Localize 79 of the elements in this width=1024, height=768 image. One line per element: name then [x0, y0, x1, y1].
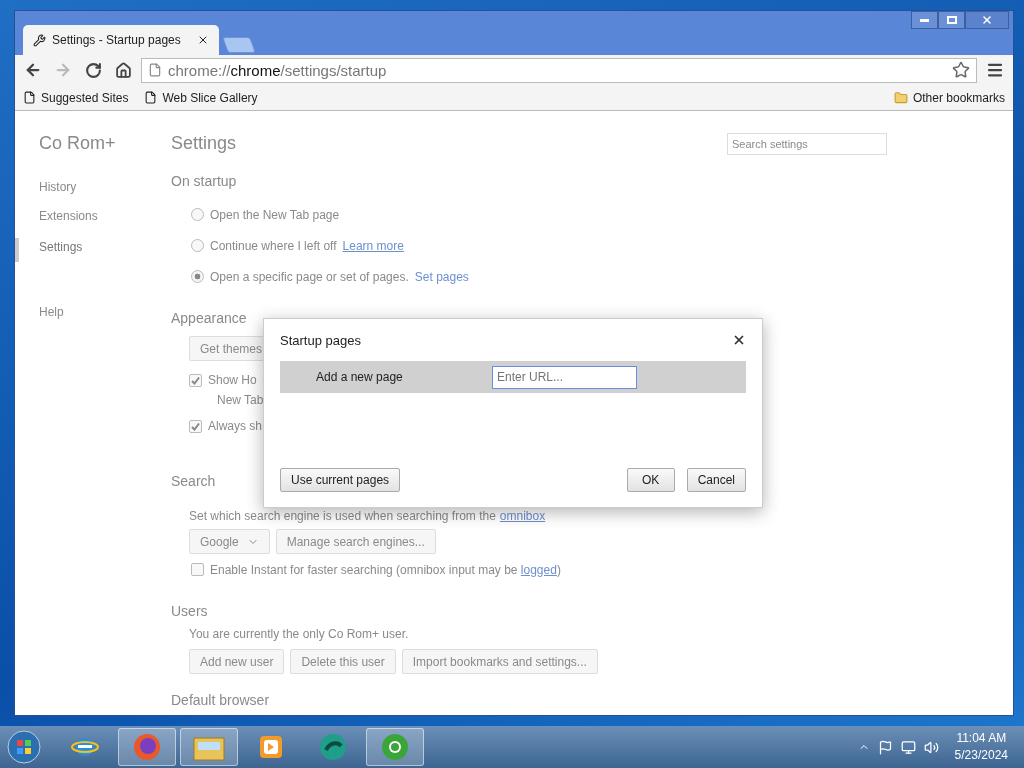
taskbar-app[interactable]: [366, 728, 424, 766]
taskbar-app[interactable]: [118, 728, 176, 766]
users-description: You are currently the only Co Rom+ user.: [189, 626, 409, 643]
menu-icon: [986, 61, 1004, 79]
close-icon: [981, 14, 993, 26]
section-heading: On startup: [171, 173, 237, 189]
brand-title: Co Rom+: [39, 133, 116, 154]
manage-engines-button[interactable]: Manage search engines...: [275, 529, 436, 554]
volume-icon[interactable]: [923, 739, 939, 755]
row-label: Add a new page: [316, 370, 404, 384]
checkbox[interactable]: [189, 419, 202, 433]
close-icon[interactable]: [197, 34, 209, 46]
option-label: Open the New Tab page: [210, 207, 340, 222]
user-action-button[interactable]: Delete this user: [290, 649, 396, 674]
dialog-button[interactable]: Cancel: [686, 468, 746, 492]
clock[interactable]: 11:04 AM 5/23/2024: [954, 730, 1008, 764]
taskbar-app[interactable]: [180, 728, 238, 766]
link[interactable]: omnibox: [499, 509, 546, 523]
use-current-pages-button[interactable]: Use current pages: [280, 468, 401, 492]
option-label: Open a specific page or set of pages.: [210, 269, 409, 284]
new-tab-button[interactable]: [222, 37, 256, 53]
other-bookmarks-folder[interactable]: Other bookmarks: [893, 90, 1005, 105]
dialog-button[interactable]: OK: [626, 468, 675, 492]
radio-button[interactable]: [191, 208, 204, 221]
address-bar[interactable]: chrome://chrome/settings/startup: [141, 57, 977, 83]
nav-item[interactable]: History: [39, 180, 77, 194]
nav-item[interactable]: Extensions: [39, 209, 98, 223]
bookmark-item[interactable]: Web Slice Gallery: [144, 90, 258, 105]
section-heading: Default browser: [171, 692, 270, 708]
link[interactable]: logged: [520, 562, 557, 577]
user-action-button[interactable]: Add new user: [189, 649, 285, 674]
page-title: Settings: [171, 133, 237, 155]
flag-icon[interactable]: [877, 739, 893, 755]
page-icon: [144, 91, 158, 104]
maximize-button[interactable]: [938, 11, 965, 29]
link[interactable]: Learn more: [342, 238, 404, 253]
url-field[interactable]: Enter URL...: [492, 365, 637, 389]
checkbox[interactable]: [191, 563, 204, 576]
minimize-button[interactable]: [911, 11, 938, 29]
star-icon[interactable]: [952, 61, 970, 79]
swirl-app-icon: [318, 732, 348, 762]
reload-icon: [84, 61, 102, 79]
link[interactable]: Set pages: [414, 269, 469, 284]
back-icon: [24, 61, 42, 79]
folder-icon: [893, 90, 908, 105]
play-icon: [257, 733, 285, 761]
ring-logo-icon: [380, 732, 410, 762]
home-icon: [114, 61, 132, 79]
maximize-icon: [946, 16, 957, 24]
checkbox[interactable]: [189, 373, 202, 387]
minimize-icon: [920, 18, 929, 22]
radio-button[interactable]: [191, 239, 204, 252]
fox-globe-icon: [132, 732, 162, 762]
section-heading: Appearance: [171, 310, 247, 326]
bookmark-item[interactable]: Suggested Sites: [23, 90, 129, 105]
search-description: Set which search engine is used when searching from the: [189, 509, 496, 523]
option-note: New Tab: [217, 393, 264, 409]
page-icon: [148, 63, 162, 77]
option-label: Show Ho: [208, 373, 257, 387]
page-icon: [23, 91, 36, 104]
search-field[interactable]: Search settings: [727, 133, 887, 155]
option-label: Continue where I left off: [210, 238, 337, 253]
nav-item[interactable]: Help: [39, 305, 64, 319]
section-heading: Users: [171, 603, 208, 619]
user-action-button[interactable]: Import bookmarks and settings...: [401, 649, 598, 674]
network-icon[interactable]: [900, 739, 916, 755]
option-label: Always sh: [208, 419, 263, 433]
close-icon[interactable]: [732, 333, 746, 347]
forward-icon: [54, 61, 72, 79]
dialog-title: Startup pages: [280, 332, 361, 348]
nav-item[interactable]: Settings: [15, 238, 83, 262]
engine-dropdown[interactable]: Google: [189, 529, 270, 554]
browser-tab[interactable]: Settings - Startup pages: [23, 25, 219, 55]
option-label: Enable Instant for faster searching (omnibox input may be logged): [210, 562, 561, 577]
section-heading: Search: [171, 473, 216, 489]
close-button[interactable]: [965, 11, 1009, 29]
radio-button[interactable]: [191, 270, 204, 283]
start-orb-icon[interactable]: [6, 729, 42, 765]
wrench-icon: [33, 33, 46, 47]
